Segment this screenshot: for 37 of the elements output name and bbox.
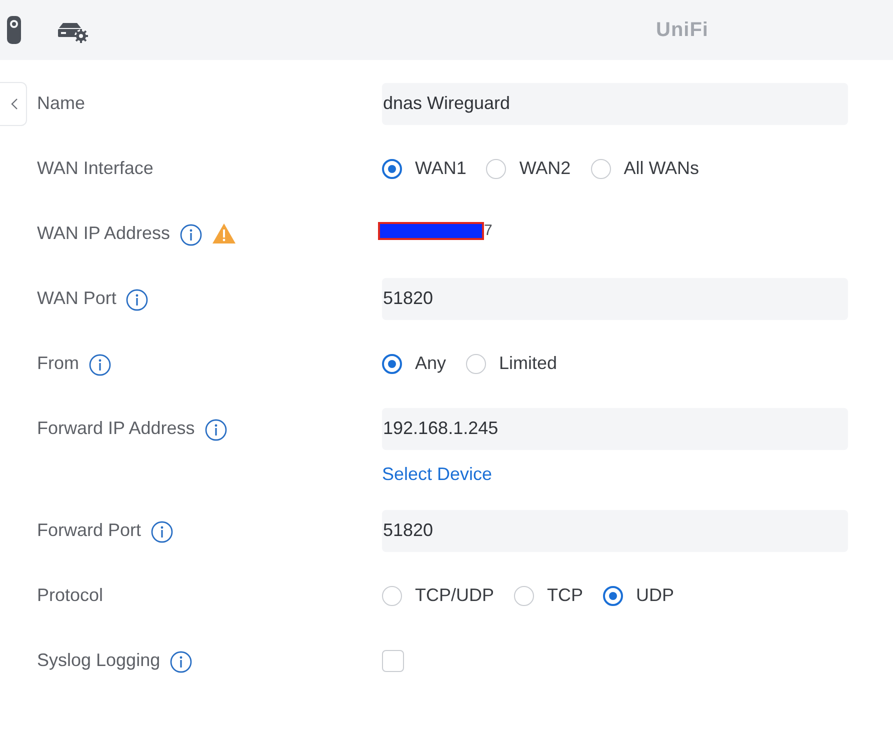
info-icon[interactable] bbox=[180, 224, 202, 246]
field-label: WAN IP Address bbox=[37, 223, 170, 244]
ip-address-text: 7 bbox=[484, 222, 492, 239]
input-field[interactable]: 51820 bbox=[382, 510, 848, 552]
checkbox[interactable] bbox=[382, 650, 404, 672]
chevron-left-icon bbox=[10, 98, 18, 110]
field-label: Forward IP Address bbox=[37, 418, 195, 439]
select-device-link[interactable]: Select Device bbox=[382, 461, 492, 488]
brand-logo: UniFi bbox=[656, 18, 708, 42]
radio-label[interactable]: TCP bbox=[547, 585, 584, 606]
radio-label[interactable]: TCP/UDP bbox=[415, 585, 494, 606]
radio-label[interactable]: UDP bbox=[636, 585, 674, 606]
input-field[interactable]: dnas Wireguard bbox=[382, 82, 848, 124]
input-field[interactable]: 51820 bbox=[382, 278, 848, 320]
gateway-gear-icon[interactable] bbox=[58, 21, 88, 43]
info-icon[interactable] bbox=[204, 418, 227, 440]
field-label: Forward Port bbox=[37, 520, 142, 541]
info-icon[interactable] bbox=[126, 288, 148, 310]
field-label: WAN Interface bbox=[37, 158, 154, 179]
radio-button[interactable] bbox=[382, 354, 402, 374]
field-label: Protocol bbox=[37, 585, 104, 606]
radio-label[interactable]: WAN1 bbox=[415, 158, 466, 179]
info-icon[interactable] bbox=[170, 650, 192, 672]
radio-label[interactable]: WAN2 bbox=[519, 158, 571, 179]
field-label: Syslog Logging bbox=[37, 650, 160, 671]
info-icon[interactable] bbox=[151, 520, 174, 542]
radio-label[interactable]: All WANs bbox=[624, 158, 700, 179]
input-field[interactable]: 192.168.1.245 bbox=[382, 408, 848, 450]
camera-device-icon[interactable] bbox=[7, 16, 21, 44]
radio-label[interactable]: Limited bbox=[499, 353, 558, 374]
field-label: From bbox=[37, 353, 79, 374]
radio-label[interactable]: Any bbox=[415, 353, 446, 374]
info-icon[interactable] bbox=[89, 354, 111, 376]
radio-button[interactable] bbox=[603, 586, 624, 606]
field-label: Name bbox=[37, 93, 86, 114]
field-label: WAN Port bbox=[37, 288, 116, 309]
radio-button[interactable] bbox=[382, 158, 402, 178]
